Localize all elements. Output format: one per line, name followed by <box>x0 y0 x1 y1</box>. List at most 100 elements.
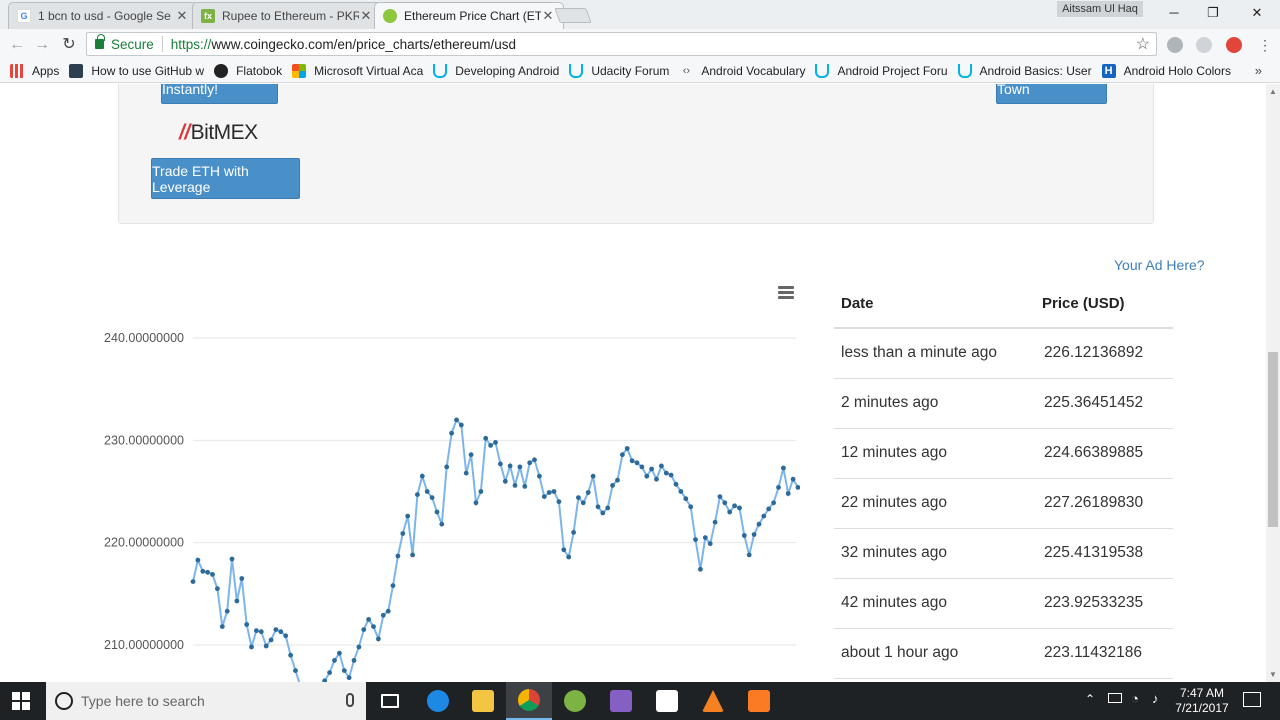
price-point[interactable] <box>351 658 357 663</box>
price-point[interactable] <box>678 489 684 494</box>
date-column-header[interactable]: Date <box>834 280 1035 329</box>
price-point[interactable] <box>771 500 776 506</box>
bitmex-logo[interactable]: //BitMEX <box>179 121 258 145</box>
price-point[interactable] <box>341 668 347 673</box>
price-point[interactable] <box>288 652 293 658</box>
your-ad-here-link[interactable]: Your Ad Here? <box>1114 257 1205 273</box>
page-scrollbar[interactable]: ▲ ▼ <box>1266 84 1280 682</box>
close-icon[interactable]: ✕ <box>175 8 189 24</box>
bookmark-flatobok[interactable]: Flatobok <box>214 64 282 78</box>
price-point[interactable] <box>556 499 562 505</box>
vlc-icon[interactable] <box>690 682 736 720</box>
buy-sell-button[interactable]: Buy / Sell Instantly! <box>161 84 278 104</box>
price-point[interactable] <box>537 473 542 479</box>
price-point[interactable] <box>727 509 733 515</box>
close-icon[interactable]: ✕ <box>359 8 373 24</box>
price-point[interactable] <box>415 492 420 497</box>
price-point[interactable] <box>595 504 601 510</box>
chrome-taskbar-icon[interactable] <box>506 682 552 720</box>
price-point[interactable] <box>620 452 625 458</box>
price-point[interactable] <box>663 470 669 476</box>
price-point[interactable] <box>561 547 567 553</box>
price-point[interactable] <box>746 552 752 558</box>
price-point[interactable] <box>776 485 781 490</box>
price-point[interactable] <box>400 531 406 536</box>
price-point[interactable] <box>424 489 430 494</box>
price-point[interactable] <box>712 519 718 525</box>
price-point[interactable] <box>722 500 728 506</box>
chrome-menu-icon[interactable]: ⋮ <box>1254 34 1276 56</box>
price-point[interactable] <box>273 627 279 632</box>
bookmark-developing-android[interactable]: Developing Android <box>433 64 559 78</box>
bookmark-android-project-forum[interactable]: Android Project Foru <box>815 64 948 78</box>
price-point[interactable] <box>522 484 528 489</box>
price-point[interactable] <box>615 477 620 483</box>
price-point[interactable] <box>366 617 371 622</box>
price-point[interactable] <box>410 552 415 558</box>
extension-icon[interactable] <box>1167 37 1183 53</box>
price-point[interactable] <box>478 489 484 494</box>
extension-icon[interactable] <box>1196 37 1212 53</box>
price-point[interactable] <box>385 608 391 614</box>
chevron-up-icon[interactable]: ⌃ <box>1085 692 1095 706</box>
notifications-icon[interactable] <box>1243 692 1261 707</box>
taskbar-clock[interactable]: 7:47 AM 7/21/2017 <box>1172 686 1232 716</box>
price-point[interactable] <box>576 495 581 500</box>
price-point[interactable] <box>390 583 396 588</box>
price-point[interactable] <box>483 435 489 441</box>
price-point[interactable] <box>200 568 206 574</box>
price-point[interactable] <box>659 463 664 469</box>
price-point[interactable] <box>585 490 591 495</box>
price-point[interactable] <box>444 464 450 470</box>
price-point[interactable] <box>541 494 547 499</box>
forward-arrow-icon[interactable]: → <box>31 34 53 56</box>
price-point[interactable] <box>605 505 611 511</box>
price-point[interactable] <box>639 464 645 470</box>
volume-icon[interactable]: ♪ <box>1152 691 1159 706</box>
price-point[interactable] <box>571 530 576 535</box>
price-point[interactable] <box>283 633 289 639</box>
price-column-header[interactable]: Price (USD) <box>1035 280 1173 329</box>
windows-start-icon[interactable] <box>12 692 30 710</box>
file-explorer-icon[interactable] <box>460 682 506 720</box>
price-point[interactable] <box>590 473 596 479</box>
price-point[interactable] <box>239 576 245 581</box>
price-point[interactable] <box>551 489 557 494</box>
price-point[interactable] <box>268 637 274 643</box>
visual-studio-icon[interactable] <box>598 682 644 720</box>
price-point[interactable] <box>644 473 650 479</box>
price-point[interactable] <box>546 490 552 495</box>
chart-menu-icon[interactable] <box>778 286 794 302</box>
price-point[interactable] <box>468 452 474 458</box>
price-point[interactable] <box>785 491 791 496</box>
price-point[interactable] <box>493 440 498 445</box>
price-point[interactable] <box>693 537 698 542</box>
price-point[interactable] <box>717 494 723 499</box>
price-point[interactable] <box>668 472 674 478</box>
price-point[interactable] <box>741 533 747 538</box>
price-point[interactable] <box>439 521 445 527</box>
price-point[interactable] <box>210 572 215 577</box>
price-point[interactable] <box>751 532 757 537</box>
network-icon[interactable]: ◔ <box>1131 691 1139 706</box>
price-point[interactable] <box>327 670 332 675</box>
price-point[interactable] <box>278 629 284 635</box>
price-point[interactable] <box>698 566 703 572</box>
maximize-icon[interactable]: ❐ <box>1203 3 1223 23</box>
price-point[interactable] <box>380 612 386 618</box>
bookmark-udacity-forum[interactable]: Udacity Forum <box>569 64 669 78</box>
price-point[interactable] <box>190 579 196 584</box>
price-point[interactable] <box>790 476 796 482</box>
price-point[interactable] <box>449 430 454 436</box>
vpn-button[interactable]: Best VPN in Town <box>996 84 1107 104</box>
bookmark-android-holo-colors[interactable]: H Android Holo Colors <box>1101 64 1231 78</box>
xampp-icon[interactable] <box>736 682 782 720</box>
price-point[interactable] <box>649 466 654 472</box>
scrollbar-thumb[interactable] <box>1268 352 1278 527</box>
tab-google-search[interactable]: G 1 bcn to usd - Google Se ✕ <box>8 2 198 29</box>
price-point[interactable] <box>473 500 479 506</box>
minimize-icon[interactable]: ─ <box>1164 3 1184 23</box>
price-point[interactable] <box>195 557 201 563</box>
price-point[interactable] <box>507 463 513 469</box>
price-point[interactable] <box>766 506 772 512</box>
